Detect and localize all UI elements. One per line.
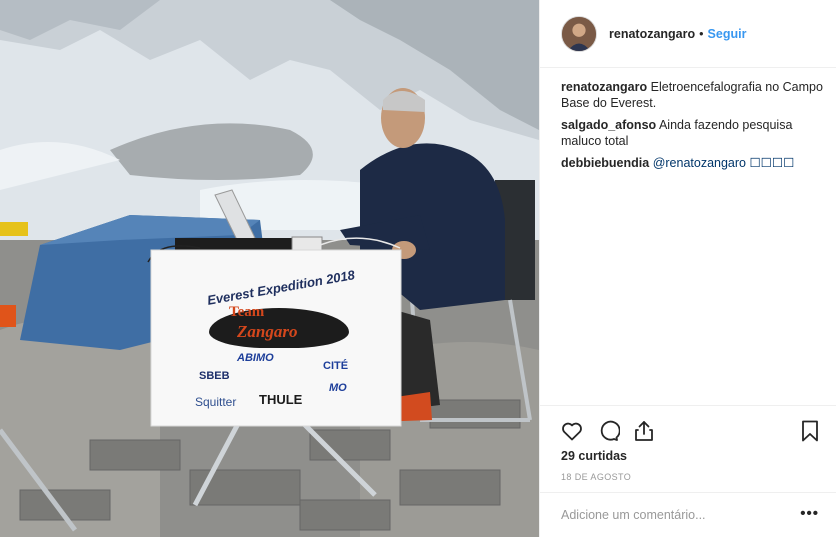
more-options-button[interactable]: ••• xyxy=(800,505,819,522)
sponsor-squitter: Squitter xyxy=(195,395,237,409)
comments-list: renatozangaro Eletroencefalografia no Ca… xyxy=(561,79,823,177)
post-date[interactable]: 18 DE AGOSTO xyxy=(561,472,631,482)
header-username-link[interactable]: renatozangaro xyxy=(609,27,695,41)
sponsor-abimo: ABIMO xyxy=(237,352,274,364)
avatar-image xyxy=(562,16,596,51)
banner-title: Everest Expedition 2018 xyxy=(206,267,356,308)
banner: Everest Expedition 2018 Team Zangaro ABI… xyxy=(151,250,401,426)
comment-username-link[interactable]: debbiebuendia xyxy=(561,156,649,170)
header-separator: • xyxy=(699,26,704,41)
post-side-panel: renatozangaro • Seguir renatozangaro Ele… xyxy=(539,0,836,537)
heart-icon[interactable] xyxy=(560,419,584,443)
sponsor-thule: THULE xyxy=(259,392,303,407)
add-comment-bar: ••• xyxy=(540,492,836,537)
bookmark-icon[interactable] xyxy=(798,419,822,443)
post-header: renatozangaro • Seguir xyxy=(540,0,836,68)
comment-input[interactable] xyxy=(561,505,781,525)
post-photo[interactable]: Everest Expedition 2018 Team Zangaro ABI… xyxy=(0,0,539,537)
comment-item: renatozangaro Eletroencefalografia no Ca… xyxy=(561,79,823,111)
action-bar xyxy=(540,405,836,455)
logo-name-text: Zangaro xyxy=(237,322,298,341)
team-zangaro-logo: Team Zangaro xyxy=(209,304,349,348)
comment-item: salgado_afonso Ainda fazendo pesquisa ma… xyxy=(561,117,823,149)
comment-mention-link[interactable]: @renatozangaro ☐☐☐☐ xyxy=(653,156,795,170)
sponsor-sbeb: SBEB xyxy=(199,370,230,382)
avatar[interactable] xyxy=(561,15,597,52)
speech-bubble-icon[interactable] xyxy=(596,419,620,443)
comment-username-link[interactable]: renatozangaro xyxy=(561,80,647,94)
sponsor-cite: CITÉ xyxy=(323,360,349,372)
logo-team-text: Team xyxy=(229,304,265,320)
comment-item: debbiebuendia @renatozangaro ☐☐☐☐ xyxy=(561,155,823,171)
share-icon[interactable] xyxy=(632,419,656,443)
follow-button[interactable]: Seguir xyxy=(708,27,747,41)
likes-count[interactable]: 29 curtidas xyxy=(561,449,627,463)
comment-username-link[interactable]: salgado_afonso xyxy=(561,118,656,132)
sponsor-mo: MO xyxy=(329,382,347,394)
